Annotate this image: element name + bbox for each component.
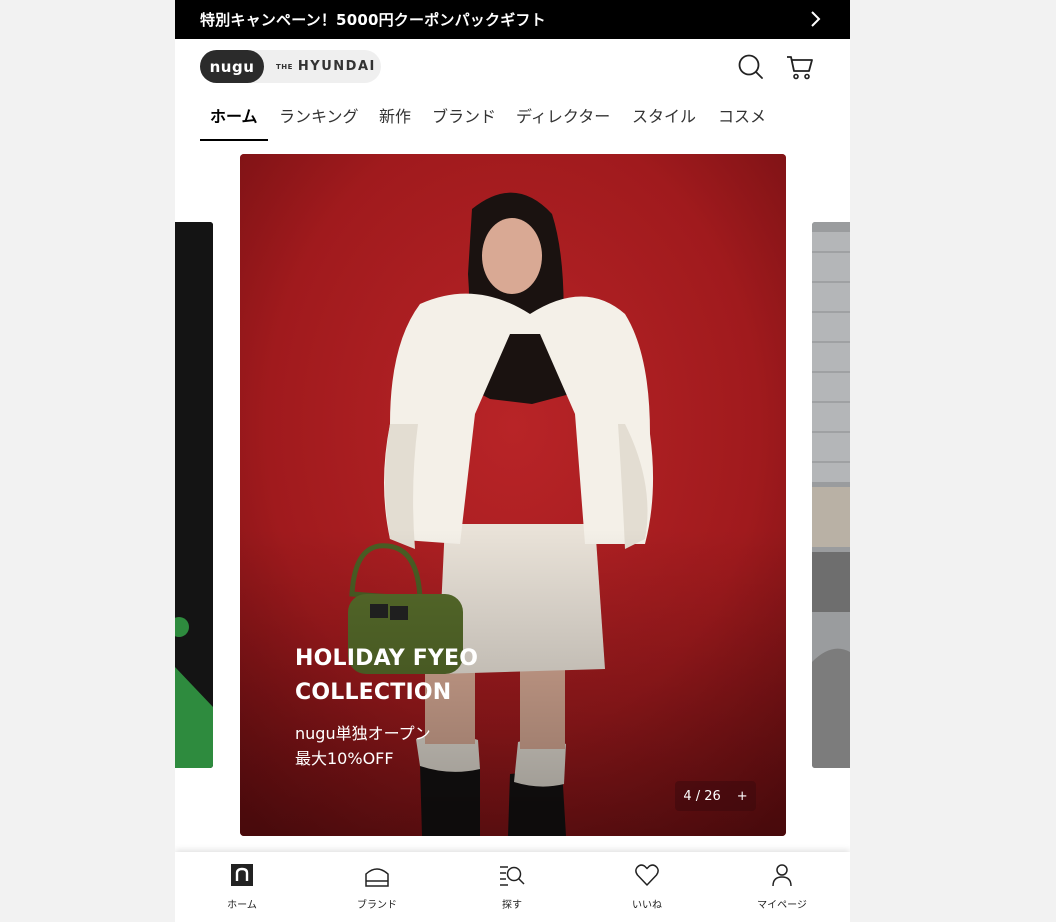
hero-sub-line2: 最大10%OFF [295,749,394,768]
person-icon [772,864,792,887]
prev-card-image [175,222,213,768]
carousel-counter-text: 4 / 26 [683,788,721,804]
brand-tab-hyundai[interactable]: THE HYUNDAI [276,50,376,83]
hero-subtitle: nugu単独オープン 最大10%OFF [295,721,515,771]
brand-hyundai-prefix: THE [276,62,293,71]
bottom-nav-brand-label: ブランド [357,900,397,911]
hero-sub-line1: nugu単独オープン [295,724,431,743]
bottom-nav-likes-label: いいね [632,900,662,911]
bottom-nav-home[interactable]: ホーム [192,862,292,916]
search-list-icon [500,866,525,886]
search-icon[interactable] [736,52,766,82]
bottom-nav: ホーム ブランド 探す いいね マイページ [175,852,850,922]
bottom-nav-home-label: ホーム [227,900,257,911]
bottom-nav-mypage-label: マイページ [757,900,807,911]
store-icon [365,868,389,887]
brand-hyundai-label: HYUNDAI [297,59,376,74]
hero-title: HOLIDAY FYEO COLLECTION [295,642,555,710]
carousel-counter[interactable]: 4 / 26 + [675,781,756,811]
heart-icon [635,864,659,886]
promo-text: 特別キャンペーン！5000円クーポンパックギフト [200,11,546,29]
bottom-nav-brand[interactable]: ブランド [327,862,427,916]
home-n-icon [231,864,253,886]
brand-switch[interactable]: nugu THE HYUNDAI [200,50,381,83]
next-card-image [812,222,850,768]
active-tab-indicator [200,139,268,141]
cart-icon[interactable] [785,52,815,82]
carousel-prev-card[interactable] [175,222,213,768]
tab-new[interactable]: 新作 [379,103,411,141]
tab-brand[interactable]: ブランド [432,103,496,141]
app-frame: 特別キャンペーン！5000円クーポンパックギフト nugu THE HYUNDA… [175,0,850,922]
tab-cosme[interactable]: コスメ [718,103,766,141]
tab-director[interactable]: ディレクター [516,103,610,141]
chevron-right-icon[interactable] [808,10,822,28]
tab-style[interactable]: スタイル [632,103,696,141]
brand-tab-nugu[interactable]: nugu [200,50,264,83]
hero-banner[interactable]: HOLIDAY FYEO COLLECTION nugu単独オープン 最大10%… [240,154,786,836]
carousel-next-card[interactable] [812,222,850,768]
category-nav: ホーム ランキング 新作 ブランド ディレクター スタイル コスメ [175,99,850,143]
plus-icon[interactable]: + [737,789,748,804]
bottom-nav-likes[interactable]: いいね [597,862,697,916]
bottom-nav-mypage[interactable]: マイページ [732,862,832,916]
hero-title-line2: COLLECTION [295,680,452,705]
tab-ranking[interactable]: ランキング [279,103,359,141]
hero-title-line1: HOLIDAY FYEO [295,646,479,671]
promo-banner[interactable]: 特別キャンペーン！5000円クーポンパックギフト [175,0,850,39]
bottom-nav-explore[interactable]: 探す [462,862,562,916]
tab-home[interactable]: ホーム [210,103,258,141]
bottom-nav-explore-label: 探す [502,900,522,911]
header: nugu THE HYUNDAI [175,39,850,99]
